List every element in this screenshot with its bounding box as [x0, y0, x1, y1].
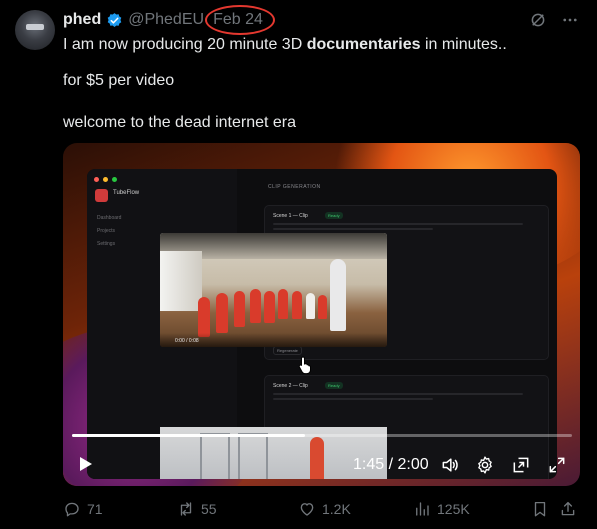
- reply-icon: [65, 502, 79, 517]
- tweet-actions: 71 55 1.2K 125K: [63, 500, 583, 522]
- share-button[interactable]: [559, 500, 577, 518]
- scene-1-title: Scene 1 — Clip: [273, 213, 308, 219]
- tweet-text-line3: welcome to the dead internet era: [63, 114, 297, 131]
- audience-figure: [292, 291, 302, 319]
- audience-figure: [318, 295, 327, 319]
- audience-figure: [278, 289, 288, 319]
- grok-icon[interactable]: [529, 11, 547, 29]
- red-circle-annotation: [205, 5, 276, 35]
- scene-1-preview: 0:00 / 0:08: [160, 233, 387, 347]
- hand-cursor-icon: [298, 356, 311, 374]
- presenter-figure: [330, 259, 346, 331]
- nav-projects: Projects: [97, 228, 116, 234]
- audience-figure: [216, 293, 228, 333]
- nav-settings: Settings: [97, 241, 116, 247]
- card-text-line: [273, 228, 433, 230]
- settings-icon[interactable]: [475, 455, 495, 475]
- regenerate-button: Regenerate: [273, 346, 302, 355]
- date-wrap: Feb 24: [205, 5, 276, 35]
- volume-icon[interactable]: [440, 455, 460, 475]
- author-handle[interactable]: @PhedEU: [128, 11, 204, 29]
- scene-1-controls: 0:00 / 0:08: [160, 333, 387, 347]
- window-controls: [94, 177, 117, 182]
- tweet-text-line2: for $5 per video: [63, 72, 175, 89]
- video-controls: 1:45 / 2:00: [63, 443, 580, 483]
- top-actions: [529, 11, 579, 29]
- author-name[interactable]: phed: [63, 11, 101, 29]
- repost-button[interactable]: 55: [177, 500, 217, 518]
- card-text-line: [273, 223, 523, 225]
- like-button[interactable]: 1.2K: [298, 500, 351, 518]
- scene-2-title: Scene 2 — Clip: [273, 383, 308, 389]
- tweet-header: phed @PhedEU Feb 24: [63, 5, 276, 35]
- play-icon[interactable]: [79, 456, 93, 472]
- tweet-text-bold: documentaries: [306, 36, 421, 53]
- like-count: 1.2K: [322, 501, 351, 517]
- reply-button[interactable]: 71: [63, 500, 103, 518]
- audience-figure: [250, 289, 261, 323]
- tweet-text-line1: I am now producing 20 minute 3D document…: [63, 35, 507, 55]
- app-logo-icon: [95, 189, 108, 202]
- card-text-line: [273, 398, 433, 400]
- card-text-line: [273, 393, 523, 395]
- repost-icon: [180, 502, 192, 516]
- views-icon: [416, 502, 429, 516]
- section-title: CLIP GENERATION: [268, 184, 321, 190]
- maximize-dot-icon: [112, 177, 117, 182]
- embedded-app-window: TubeFlow Dashboard Projects Settings CLI…: [87, 169, 557, 479]
- views-count: 125K: [437, 501, 470, 517]
- repost-count: 55: [201, 501, 217, 517]
- more-icon[interactable]: [561, 11, 579, 29]
- share-icon: [561, 501, 575, 516]
- audience-figure: [306, 293, 315, 319]
- views-button[interactable]: 125K: [413, 500, 470, 518]
- nav-dashboard: Dashboard: [97, 215, 122, 221]
- window-light: [160, 251, 202, 311]
- tweet-text-line1-start: I am now producing 20 minute 3D: [63, 36, 307, 53]
- scene-1-time: 0:00 / 0:08: [175, 338, 199, 344]
- status-badge: Ready: [325, 212, 343, 219]
- app-brand: TubeFlow: [113, 190, 140, 196]
- video-progress-track[interactable]: [72, 434, 572, 437]
- audience-figure: [234, 291, 245, 327]
- tweet-text-line1-end: in minutes..: [420, 36, 507, 53]
- audience-figure: [264, 291, 275, 323]
- verified-icon: [107, 12, 122, 27]
- like-icon: [300, 503, 314, 516]
- video-time: 1:45 / 2:00: [353, 456, 429, 473]
- bookmark-icon: [534, 501, 546, 517]
- popout-icon[interactable]: [511, 455, 531, 475]
- audience-figure: [198, 297, 210, 337]
- video-progress-fill: [72, 434, 305, 437]
- fullscreen-icon[interactable]: [547, 455, 567, 475]
- close-dot-icon: [94, 177, 99, 182]
- status-badge: Ready: [325, 382, 343, 389]
- reply-count: 71: [87, 501, 103, 517]
- minimize-dot-icon: [103, 177, 108, 182]
- avatar[interactable]: [15, 10, 55, 50]
- video-player[interactable]: TubeFlow Dashboard Projects Settings CLI…: [63, 143, 580, 486]
- bookmark-button[interactable]: [531, 500, 549, 518]
